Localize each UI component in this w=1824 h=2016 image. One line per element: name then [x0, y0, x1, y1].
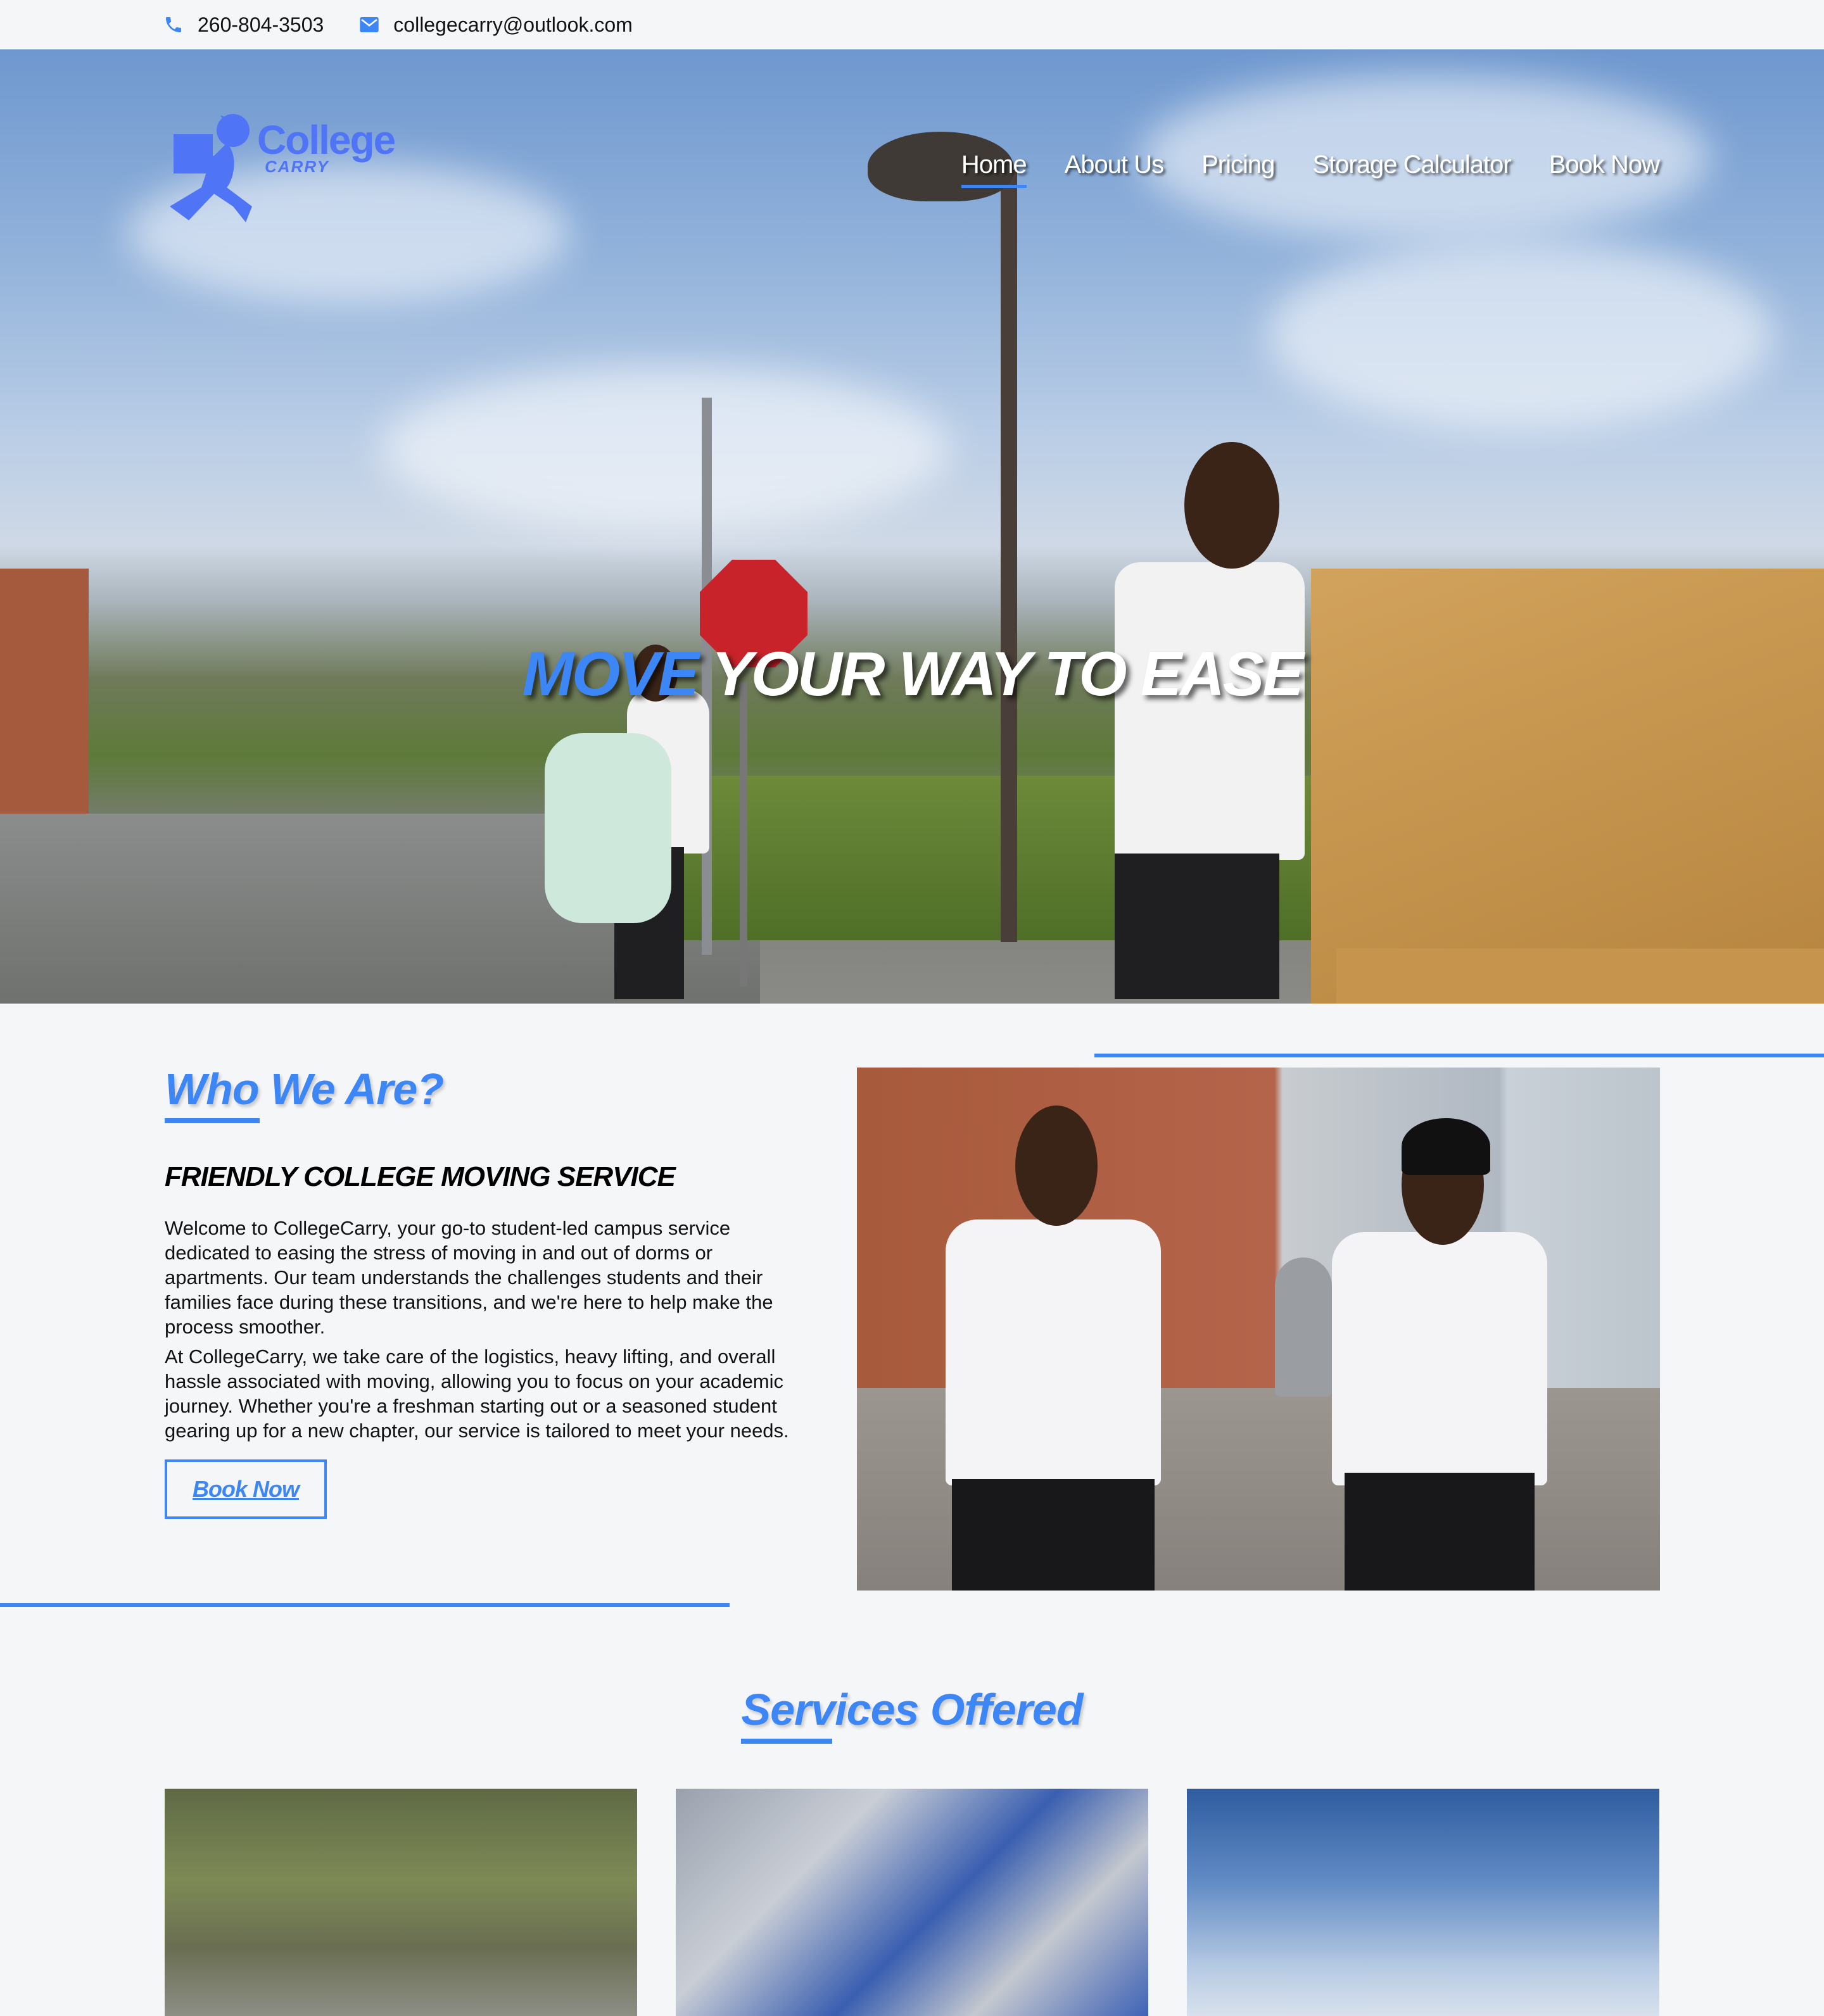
- service-card-storage[interactable]: [676, 1789, 1148, 2016]
- services-section: Services Offered: [0, 1684, 1824, 1744]
- email-address: collegecarry@outlook.com: [393, 13, 633, 36]
- who-we-are-subheading: FRIENDLY COLLEGE MOVING SERVICE: [165, 1161, 676, 1192]
- email-contact[interactable]: collegecarry@outlook.com: [359, 13, 633, 37]
- hero-title-accent: MOVE: [522, 639, 699, 709]
- nav-home[interactable]: Home: [961, 151, 1027, 188]
- nav-book-now[interactable]: Book Now: [1549, 151, 1660, 188]
- main-nav: Home About Us Pricing Storage Calculator…: [923, 151, 1660, 188]
- who-we-are-heading: Who We Are?: [165, 1064, 444, 1114]
- decorative-divider-left: [0, 1603, 730, 1607]
- running-mover-logo-icon: [170, 114, 252, 222]
- nav-about-us[interactable]: About Us: [1065, 151, 1165, 188]
- nav-pricing[interactable]: Pricing: [1201, 151, 1275, 188]
- heading-underline: [741, 1739, 833, 1744]
- service-card-moving[interactable]: [165, 1789, 637, 2016]
- hero-banner: College CARRY Home About Us Pricing Stor…: [0, 49, 1824, 1004]
- service-card-campus[interactable]: [1187, 1789, 1659, 2016]
- phone-icon: [163, 15, 184, 35]
- intro-paragraph: Welcome to CollegeCarry, your go-to stud…: [165, 1217, 773, 1338]
- team-photo: [857, 1068, 1660, 1591]
- phone-contact[interactable]: 260-804-3503: [163, 13, 324, 37]
- brand-name-carry: CARRY: [265, 157, 329, 176]
- nav-storage-calculator[interactable]: Storage Calculator: [1312, 151, 1511, 188]
- phone-number: 260-804-3503: [198, 13, 324, 36]
- brand-name-college: College: [257, 117, 396, 163]
- envelope-icon: [359, 15, 379, 35]
- who-we-are-section: Who We Are? FRIENDLY COLLEGE MOVING SERV…: [165, 1064, 798, 1519]
- services-heading: Services Offered: [741, 1685, 1083, 1734]
- book-now-button[interactable]: Book Now: [165, 1459, 327, 1519]
- contact-bar: 260-804-3503 collegecarry@outlook.com: [0, 0, 1824, 49]
- hero-title: MOVE YOUR WAY TO EASE: [0, 638, 1824, 710]
- decorative-divider-right: [1094, 1054, 1824, 1057]
- hero-title-rest: YOUR WAY TO EASE: [697, 639, 1303, 709]
- heading-underline: [165, 1118, 260, 1123]
- about-paragraph: At CollegeCarry, we take care of the log…: [165, 1345, 789, 1442]
- brand-logo[interactable]: College CARRY: [163, 111, 398, 225]
